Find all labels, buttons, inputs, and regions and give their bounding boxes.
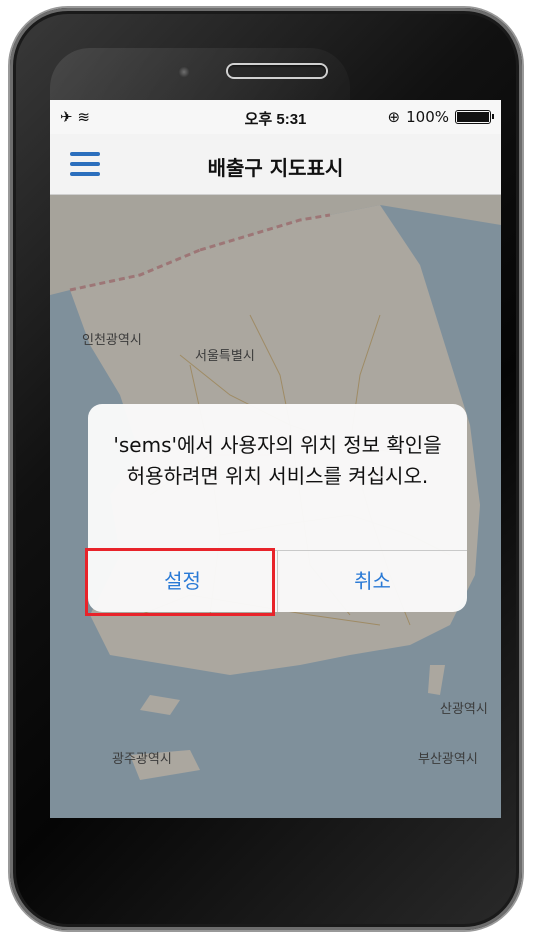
settings-highlight-box — [85, 548, 275, 616]
battery-percent: 100% — [406, 108, 449, 126]
orientation-lock-icon: ⊕ — [387, 108, 401, 126]
earpiece-speaker — [228, 65, 326, 77]
screen: ✈ ≋ 오후 5:31 ⊕ 100% 배출구 지도표시 인천광역시 서울특별시 … — [50, 100, 501, 818]
nav-bar: 배출구 지도표시 — [50, 134, 501, 195]
status-bar: ✈ ≋ 오후 5:31 ⊕ 100% — [50, 100, 501, 134]
front-camera — [178, 66, 190, 78]
battery-icon — [455, 110, 494, 124]
page-title: 배출구 지도표시 — [207, 156, 344, 180]
cancel-button[interactable]: 취소 — [278, 551, 467, 612]
alert-message: 'sems'에서 사용자의 위치 정보 확인을 허용하려면 위치 서비스를 켜십… — [113, 433, 442, 488]
